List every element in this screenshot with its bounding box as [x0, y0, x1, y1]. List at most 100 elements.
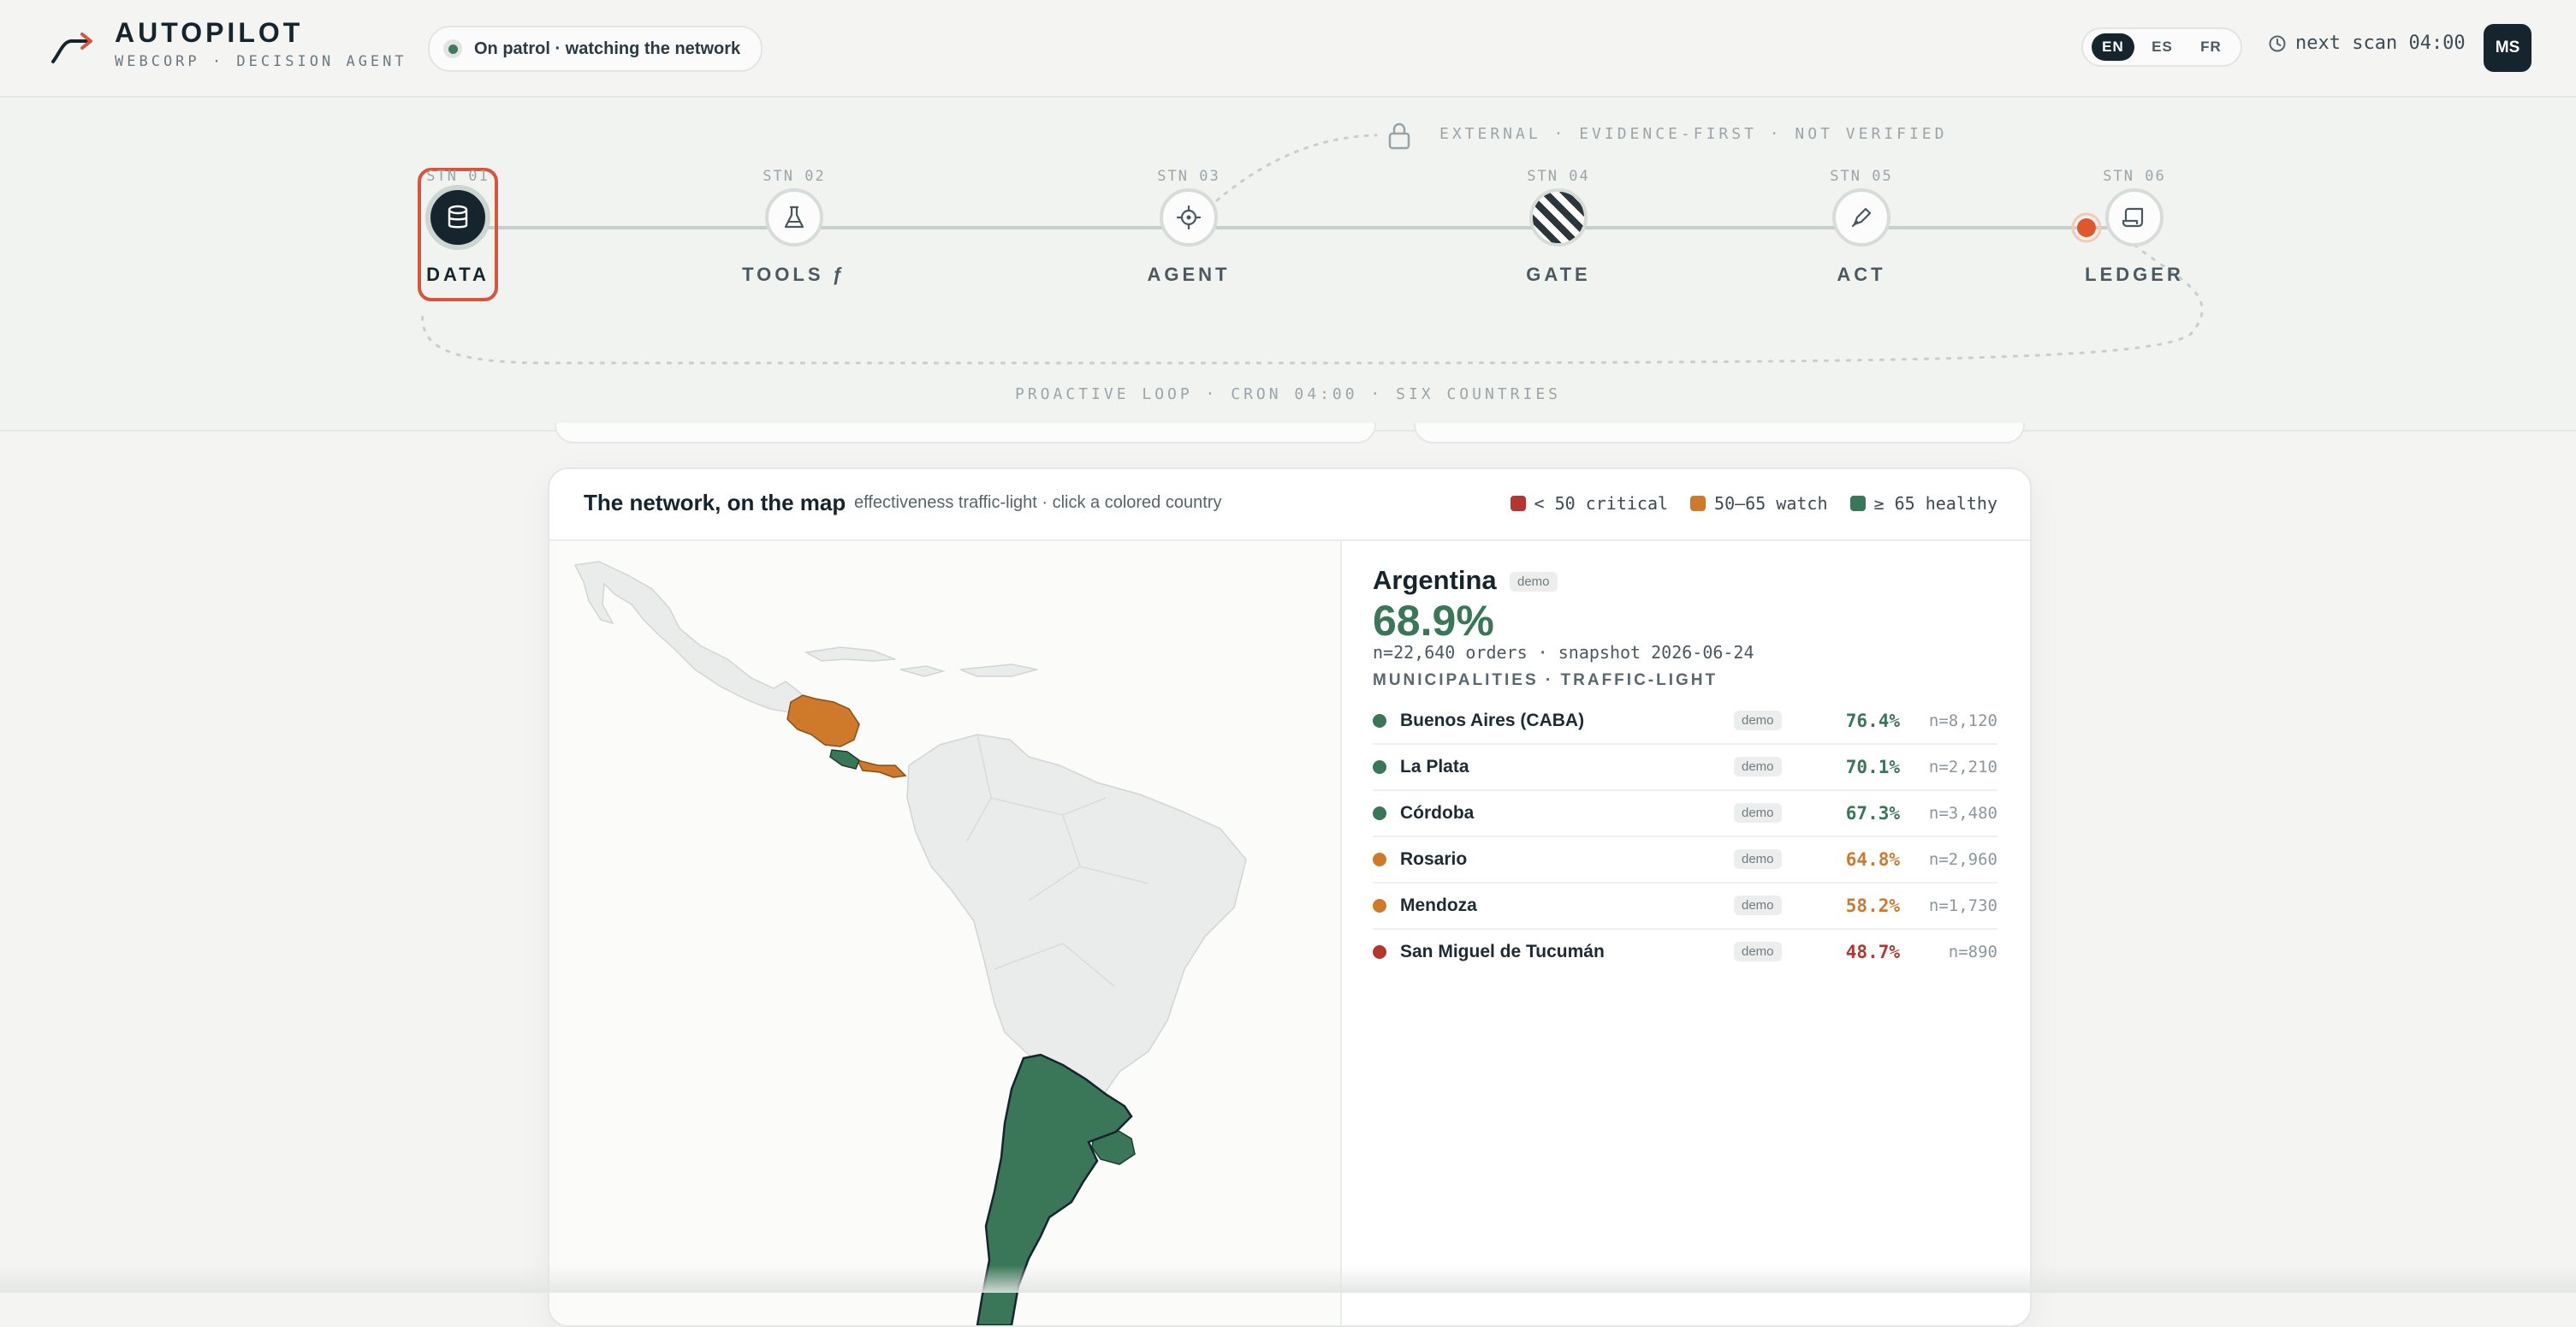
demo-badge: demo: [1734, 757, 1782, 777]
map-south-america: [906, 734, 1247, 1113]
municipality-row[interactable]: Rosario demo 64.8% n=2,960: [1373, 837, 1997, 884]
municipality-count: n=890: [1948, 943, 1997, 961]
demo-badge: demo: [1734, 803, 1782, 823]
map-card-header: The network, on the map effectiveness tr…: [549, 469, 2030, 541]
status-dot-icon: [1373, 806, 1386, 820]
legend-swatch: [1849, 496, 1866, 511]
pipeline-track: EXTERNAL · EVIDENCE-FIRST · NOT VERIFIED…: [0, 98, 2576, 431]
municipality-pct: 70.1%: [1845, 757, 1900, 777]
municipality-count: n=3,480: [1928, 804, 1997, 823]
pen-icon: [1832, 188, 1890, 247]
user-avatar[interactable]: MS: [2484, 24, 2531, 72]
patrol-status-pill[interactable]: On patrol · watching the network: [428, 26, 763, 72]
loop-note: PROACTIVE LOOP · CRON 04:00 · SIX COUNTR…: [1015, 385, 1561, 403]
map-card-subtitle: effectiveness traffic-light · click a co…: [854, 493, 1222, 512]
municipality-pct: 76.4%: [1845, 711, 1900, 731]
database-icon: [425, 185, 490, 250]
station-label: GATE: [1526, 264, 1591, 285]
map-card-title: The network, on the map: [584, 490, 846, 515]
municipality-name: Córdoba: [1400, 803, 1475, 823]
municipality-pct: 58.2%: [1845, 896, 1900, 916]
station-code: STN 02: [763, 168, 826, 185]
map-costa-rica-healthy[interactable]: [829, 749, 860, 770]
map-legend: < 50 critical 50–65 watch ≥ 65 healthy: [1510, 493, 1998, 514]
municipality-count: n=1,730: [1928, 896, 1997, 915]
municipality-row[interactable]: Mendoza demo 58.2% n=1,730: [1373, 884, 1997, 930]
striped-gate-icon: [1529, 188, 1588, 247]
network-map-card: The network, on the map effectiveness tr…: [548, 467, 2032, 1327]
status-dot-icon: [1373, 714, 1386, 728]
legend-critical: < 50 critical: [1510, 493, 1669, 514]
next-scan-label: next scan 04:00: [2295, 33, 2466, 54]
language-switcher: EN ES FR: [2081, 27, 2242, 67]
station-tools[interactable]: STN 02 TOOLS ƒ: [709, 168, 880, 286]
lang-option-en[interactable]: EN: [2092, 33, 2134, 61]
map-panama-watch[interactable]: [856, 759, 907, 778]
crosshair-icon: [1160, 188, 1218, 247]
demo-badge: demo: [1734, 849, 1782, 869]
demo-badge: demo: [1510, 572, 1558, 592]
municipality-pct: 64.8%: [1845, 849, 1900, 870]
municipality-count: n=8,120: [1928, 711, 1997, 730]
municipality-pct: 48.7%: [1845, 942, 1900, 962]
top-bar: AUTOPILOT WEBCORP · DECISION AGENT On pa…: [0, 0, 2576, 98]
municipality-name: Mendoza: [1400, 896, 1477, 915]
map-central-america-watch[interactable]: [786, 694, 860, 747]
demo-badge: demo: [1734, 896, 1782, 915]
latam-map: [573, 561, 1247, 1325]
station-act[interactable]: STN 05 ACT: [1776, 168, 1947, 286]
municipality-row[interactable]: San Miguel de Tucumán demo 48.7% n=890: [1373, 930, 1997, 974]
status-dot-icon: [1373, 945, 1386, 959]
status-dot-icon: [1373, 760, 1386, 774]
station-data[interactable]: STN 01 DATA: [372, 168, 543, 286]
legend-label: ≥ 65 healthy: [1873, 493, 1998, 514]
demo-badge: demo: [1734, 711, 1782, 730]
external-note: EXTERNAL · EVIDENCE-FIRST · NOT VERIFIED: [1439, 125, 1948, 143]
municipalities-list: Buenos Aires (CABA) demo 76.4% n=8,120 L…: [1373, 699, 1997, 974]
station-label: LEDGER: [2085, 264, 2184, 285]
map-mexico: [573, 561, 804, 713]
legend-label: 50–65 watch: [1714, 493, 1828, 514]
country-name: Argentina: [1373, 565, 1497, 595]
status-dot-icon: [1373, 899, 1386, 913]
municipality-count: n=2,210: [1928, 758, 1997, 777]
municipality-row[interactable]: Córdoba demo 67.3% n=3,480: [1373, 791, 1997, 837]
station-agent[interactable]: STN 03 AGENT: [1103, 168, 1274, 286]
legend-swatch: [1690, 496, 1706, 511]
brand-title: AUTOPILOT: [115, 17, 304, 48]
station-code: STN 03: [1157, 168, 1220, 185]
station-code: STN 05: [1830, 168, 1893, 185]
station-ledger[interactable]: STN 06 LEDGER: [2049, 168, 2220, 286]
lang-option-fr[interactable]: FR: [2190, 33, 2232, 61]
next-scan: next scan 04:00: [2268, 33, 2466, 54]
municipality-row[interactable]: Buenos Aires (CABA) demo 76.4% n=8,120: [1373, 699, 1997, 745]
legend-watch: 50–65 watch: [1690, 493, 1828, 514]
scroll-icon: [2105, 188, 2163, 247]
station-label: AGENT: [1147, 264, 1231, 285]
country-effectiveness: 68.9%: [1373, 597, 1494, 645]
municipalities-heading: MUNICIPALITIES · TRAFFIC-LIGHT: [1373, 671, 1718, 689]
station-gate[interactable]: STN 04 GATE: [1473, 168, 1644, 286]
legend-healthy: ≥ 65 healthy: [1849, 493, 1998, 514]
card-edge-left: [555, 423, 1376, 443]
municipality-pct: 67.3%: [1845, 803, 1900, 824]
municipality-name: La Plata: [1400, 757, 1469, 777]
legend-swatch: [1510, 496, 1526, 511]
status-dot-icon: [1373, 853, 1386, 866]
clock-icon: [2269, 35, 2286, 51]
municipality-row[interactable]: La Plata demo 70.1% n=2,210: [1373, 745, 1997, 791]
municipality-name: San Miguel de Tucumán: [1400, 942, 1605, 961]
flask-icon: [765, 188, 823, 247]
bottom-fade: [0, 1265, 2576, 1293]
lock-icon: [1388, 122, 1410, 150]
municipality-count: n=2,960: [1928, 850, 1997, 869]
card-edge-right: [1414, 423, 2025, 443]
station-label: DATA: [426, 264, 490, 285]
station-label: ACT: [1837, 264, 1886, 285]
legend-label: < 50 critical: [1534, 493, 1669, 514]
map-area: [549, 541, 1342, 1325]
demo-badge: demo: [1734, 942, 1782, 961]
patrol-status-label: On patrol · watching the network: [474, 39, 741, 58]
lang-option-es[interactable]: ES: [2141, 33, 2183, 61]
brand-subtitle: WEBCORP · DECISION AGENT: [115, 53, 407, 70]
